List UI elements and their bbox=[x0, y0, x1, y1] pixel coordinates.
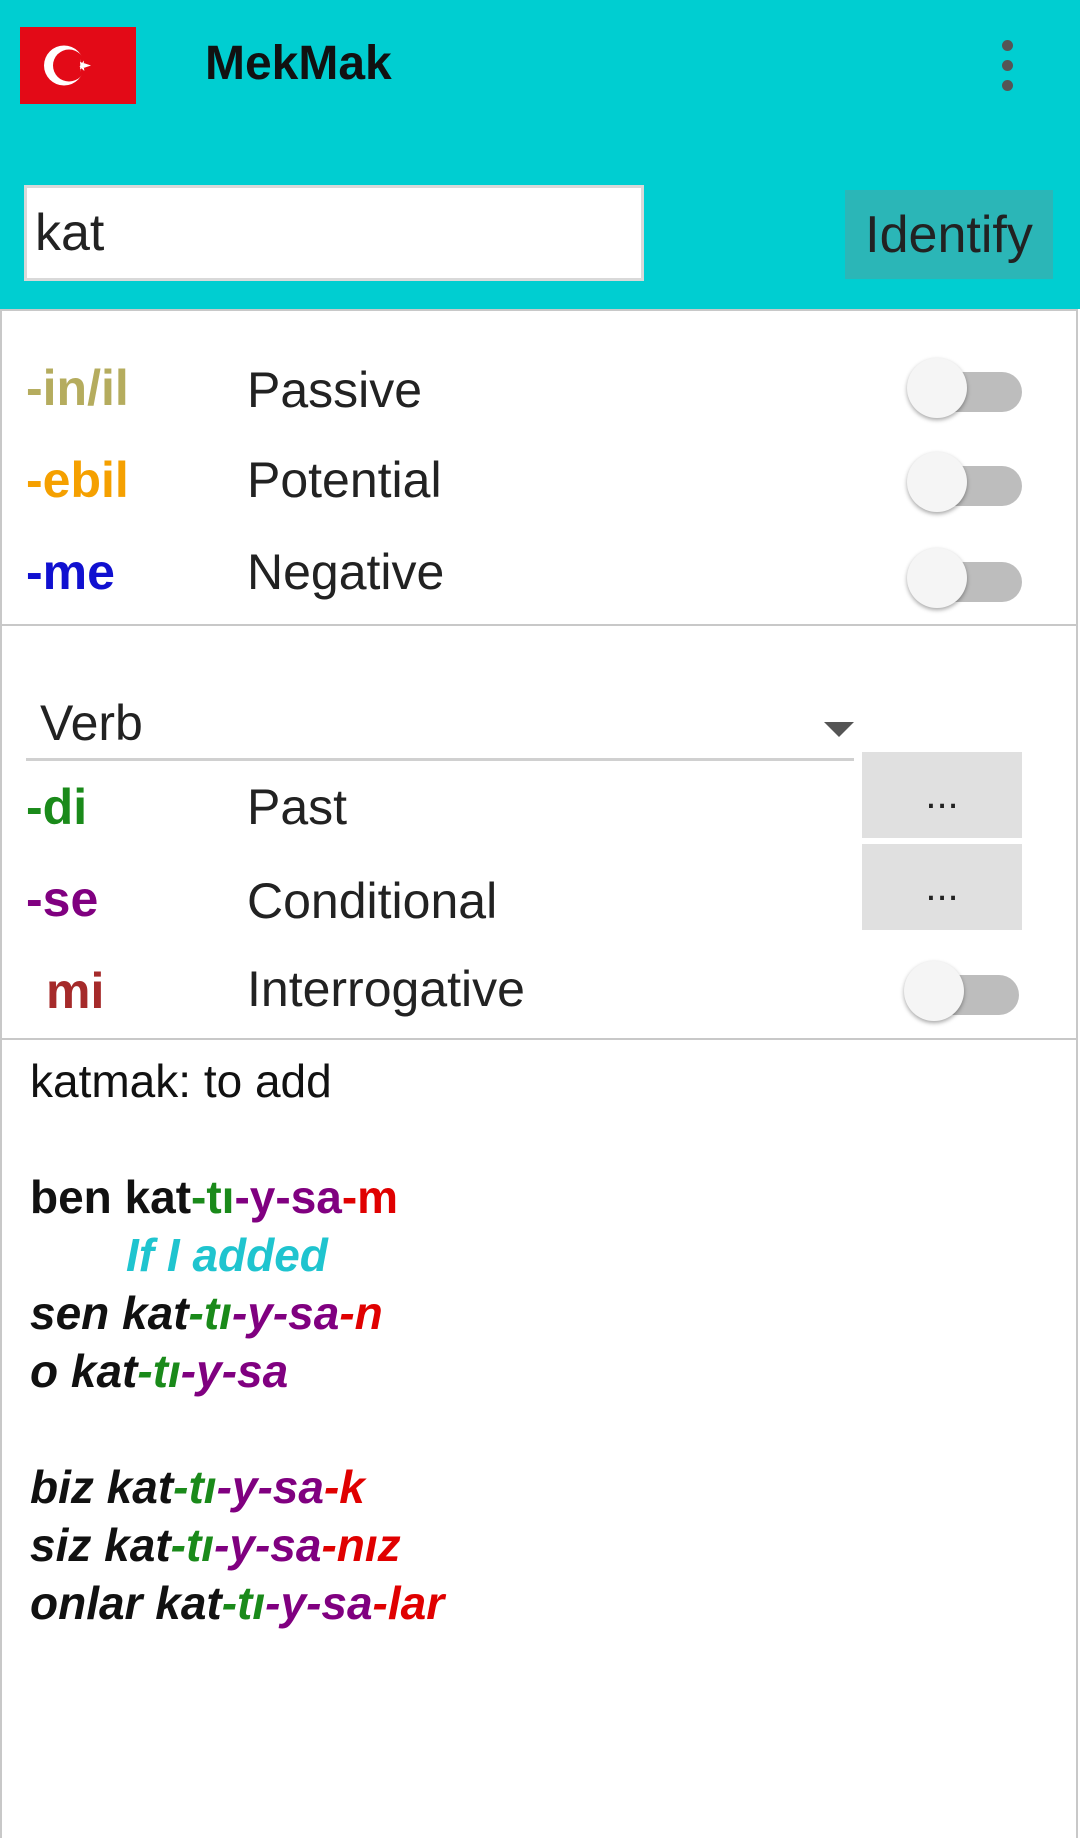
chevron-down-icon bbox=[824, 722, 854, 737]
app-header: MekMak Identify bbox=[0, 0, 1080, 309]
passive-toggle[interactable] bbox=[907, 355, 1025, 418]
turkish-flag-icon bbox=[20, 27, 136, 104]
more-vertical-icon[interactable] bbox=[995, 38, 1019, 94]
mood-label: Conditional bbox=[247, 873, 498, 929]
modifier-label: Potential bbox=[247, 452, 442, 508]
conjugation-line-sen: sen kat-tı-y-sa-n bbox=[30, 1287, 383, 1339]
conjugation-line-o: o kat-tı-y-sa bbox=[30, 1345, 289, 1397]
dropdown-selected-value: Verb bbox=[40, 695, 143, 751]
interrogative-toggle[interactable] bbox=[904, 958, 1022, 1021]
definition-text: katmak: to add bbox=[30, 1055, 332, 1107]
mood-label: Interrogative bbox=[247, 961, 525, 1017]
suffix-label: -me bbox=[26, 544, 115, 600]
form-dropdown[interactable]: Verb bbox=[26, 666, 854, 761]
modifier-label: Passive bbox=[247, 362, 423, 418]
suffix-label: -se bbox=[26, 871, 99, 927]
verb-search-input[interactable] bbox=[24, 185, 644, 281]
conjugation-line-ben: ben kat-tı-y-sa-m bbox=[30, 1171, 399, 1223]
negative-toggle[interactable] bbox=[907, 545, 1025, 608]
conjugation-meaning: If I added bbox=[126, 1229, 328, 1281]
app-title: MekMak bbox=[205, 37, 392, 90]
modifiers-panel: -in/il Passive -ebil Potential -me Negat… bbox=[0, 309, 1078, 626]
suffix-label: -ebil bbox=[26, 452, 129, 508]
mood-label: Past bbox=[247, 779, 348, 835]
potential-toggle[interactable] bbox=[907, 449, 1025, 512]
past-options-button[interactable]: ... bbox=[862, 752, 1022, 838]
conjugation-line-siz: siz kat-tı-y-sa-nız bbox=[30, 1519, 401, 1571]
suffix-label: mi bbox=[46, 963, 105, 1019]
suffix-label: -in/il bbox=[26, 360, 129, 416]
conjugation-line-biz: biz kat-tı-y-sa-k bbox=[30, 1461, 365, 1513]
modifier-label: Negative bbox=[247, 544, 445, 600]
conjugation-line-onlar: onlar kat-tı-y-sa-lar bbox=[30, 1577, 445, 1629]
conjugation-output: katmak: to add ben kat-tı-y-sa-m If I ad… bbox=[30, 1052, 444, 1632]
identify-button[interactable]: Identify bbox=[845, 190, 1053, 279]
suffix-label: -di bbox=[26, 779, 88, 835]
mood-panel: Verb -di Past ... -se Conditional ... mi… bbox=[0, 624, 1078, 1040]
result-panel: katmak: to add ben kat-tı-y-sa-m If I ad… bbox=[0, 1038, 1078, 1838]
conditional-options-button[interactable]: ... bbox=[862, 844, 1022, 930]
